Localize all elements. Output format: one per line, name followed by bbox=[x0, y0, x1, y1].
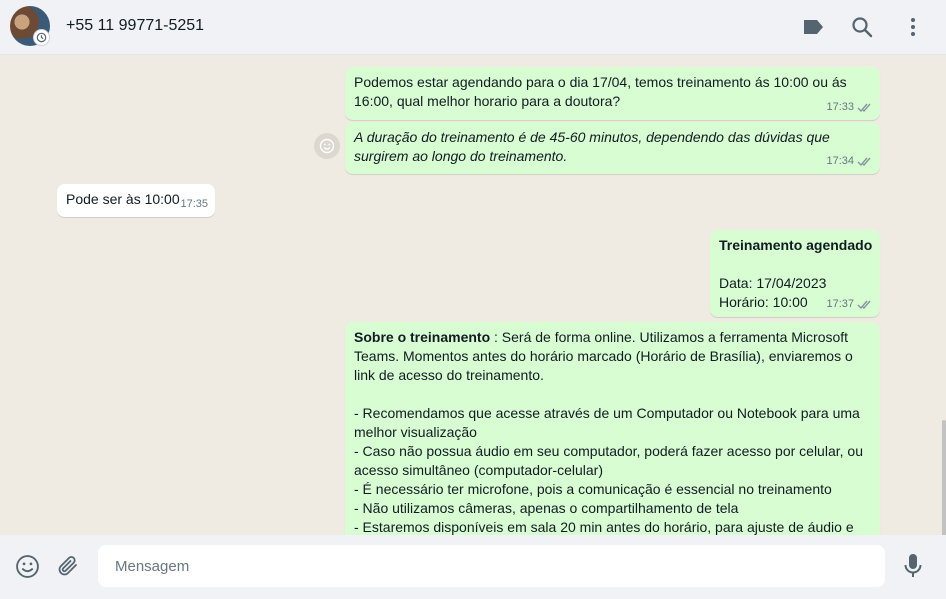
emoji-icon[interactable] bbox=[14, 553, 40, 579]
message-text: link de acesso do treinamento. bbox=[354, 367, 544, 383]
composer-bar: Mensagem bbox=[0, 535, 946, 599]
message-text bbox=[354, 385, 871, 404]
message-input[interactable]: Mensagem bbox=[98, 545, 885, 587]
message-bubble-incoming[interactable]: Pode ser às 10:00 17:35 bbox=[57, 184, 215, 217]
chat-scrollbar[interactable] bbox=[942, 420, 946, 535]
message-meta: 17:33 bbox=[826, 98, 873, 117]
message-text: Pode ser às 10:00 bbox=[66, 191, 180, 207]
read-ticks-icon bbox=[857, 300, 871, 310]
microphone-icon[interactable] bbox=[900, 553, 926, 579]
message-text: surgirem ao longo do treinamento. bbox=[354, 148, 568, 164]
message-time: 17:37 bbox=[826, 298, 854, 310]
message-title: Sobre o treinamento bbox=[354, 329, 491, 345]
message-bubble-outgoing[interactable]: Sobre o treinamento : Será de forma onli… bbox=[345, 322, 880, 535]
message-text: Teams. Momentos antes do horário marcado… bbox=[354, 348, 853, 364]
message-time: 17:33 bbox=[826, 101, 854, 113]
message-time: 17:35 bbox=[180, 198, 208, 210]
message-text: - É necessário ter microfone, pois a com… bbox=[354, 481, 832, 497]
message-text: A duração do treinamento é de 45-60 minu… bbox=[354, 129, 830, 145]
message-text: - Não utilizamos câmeras, apenas o compa… bbox=[354, 500, 739, 516]
search-icon[interactable] bbox=[850, 15, 874, 39]
message-text bbox=[719, 255, 871, 274]
message-text: melhor visualização bbox=[354, 424, 477, 440]
message-text: acesso simultâneo (computador-celular) bbox=[354, 462, 603, 478]
contact-name[interactable]: +55 11 99771-5251 bbox=[66, 17, 204, 35]
message-text: 16:00, qual melhor horario para a doutor… bbox=[354, 93, 621, 109]
message-text: - Recomendamos que acesse através de um … bbox=[354, 405, 860, 421]
message-bubble-outgoing[interactable]: Podemos estar agendando para o dia 17/04… bbox=[345, 67, 880, 120]
message-title: Treinamento agendado bbox=[719, 237, 873, 253]
message-meta: 17:34 bbox=[826, 152, 873, 171]
message-time: 17:34 bbox=[826, 155, 854, 167]
message-text: - Estaremos disponíveis em sala 20 min a… bbox=[354, 519, 854, 535]
attach-icon[interactable] bbox=[55, 553, 81, 579]
status-clock-icon bbox=[33, 29, 50, 46]
label-icon[interactable] bbox=[801, 15, 825, 39]
message-meta: 17:35 bbox=[180, 195, 208, 214]
message-text: Data: 17/04/2023 bbox=[719, 275, 827, 291]
message-text: - Caso não possua áudio em seu computado… bbox=[354, 443, 863, 459]
emoji-reaction-button[interactable] bbox=[314, 133, 340, 159]
chat-header: +55 11 99771-5251 bbox=[0, 0, 946, 55]
message-list[interactable]: Podemos estar agendando para o dia 17/04… bbox=[0, 55, 946, 535]
read-ticks-icon bbox=[857, 103, 871, 113]
message-bubble-outgoing[interactable]: Treinamento agendado Data: 17/04/2023 Ho… bbox=[710, 230, 880, 317]
message-meta: 17:37 bbox=[826, 295, 873, 314]
message-text: Podemos estar agendando para o dia 17/04… bbox=[354, 74, 847, 90]
message-bubble-outgoing[interactable]: A duração do treinamento é de 45-60 minu… bbox=[345, 122, 880, 174]
read-ticks-icon bbox=[857, 157, 871, 167]
menu-icon[interactable] bbox=[901, 15, 925, 39]
message-text: : Será de forma online. Utilizamos a fer… bbox=[490, 329, 849, 345]
